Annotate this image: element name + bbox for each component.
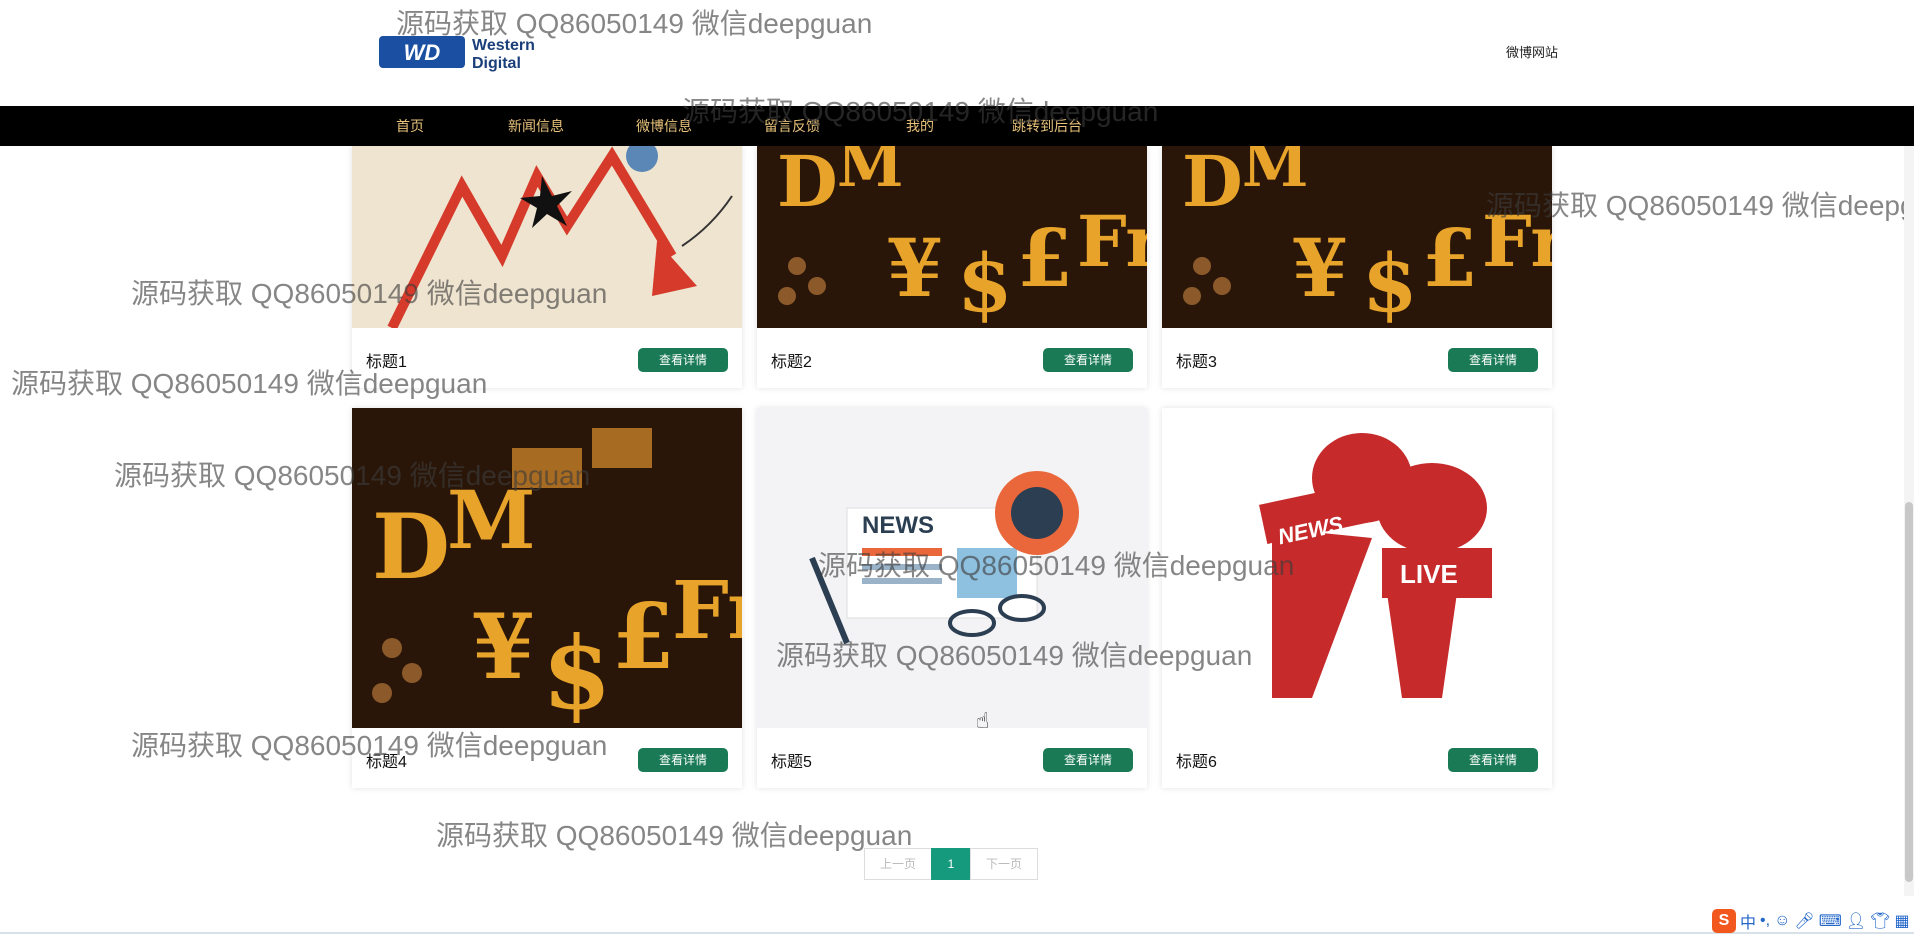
ime-tray[interactable]: S 中 •, ☺ 🎤︎ ⌨ 👤︎ 👕︎ ▦ (1712, 906, 1914, 936)
keyboard-icon[interactable]: ⌨ (1819, 911, 1842, 931)
watermark-text: 源码获取 QQ86050149 微信deepguan (436, 820, 913, 851)
main-navbar: 首页 新闻信息 微博信息 留言反馈 我的 跳转到后台 (0, 106, 1914, 146)
news-label: NEWS (862, 512, 934, 539)
svg-text:Western: Western (472, 37, 535, 54)
view-details-button[interactable]: 查看详情 (1448, 348, 1538, 372)
emoji-icon[interactable]: ☺ (1774, 912, 1790, 930)
ime-punctuation-icon[interactable]: •, (1760, 912, 1770, 930)
svg-text:D: D (1182, 146, 1243, 223)
news-card-4[interactable]: DM ¥$ £Fr 标题4 查看详情 (352, 408, 742, 788)
svg-text:¥: ¥ (472, 594, 535, 700)
western-digital-logo[interactable]: WD Western Digital (379, 32, 569, 72)
nav-feedback[interactable]: 留言反馈 (764, 106, 820, 146)
news-card-1[interactable]: 标题1 查看详情 (352, 146, 742, 388)
grid-menu-icon[interactable]: ▦ (1894, 911, 1909, 931)
card-title: 标题1 (366, 354, 407, 371)
ime-language-label[interactable]: 中 (1740, 909, 1756, 933)
svg-text:$: $ (1362, 236, 1418, 328)
pagination-next-button[interactable]: 下一页 (970, 848, 1038, 880)
news-card-6[interactable]: NEWS LIVE 标题6 查看详情 (1162, 408, 1552, 788)
view-details-button[interactable]: 查看详情 (638, 348, 728, 372)
card-image-currency[interactable]: DM ¥$ £Fr (757, 146, 1147, 328)
svg-text:$: $ (542, 614, 612, 728)
user-icon[interactable]: 👤︎ (1846, 911, 1866, 931)
nav-mine[interactable]: 我的 (906, 106, 934, 146)
microphone-icon[interactable]: 🎤︎ (1794, 911, 1814, 931)
view-details-button[interactable]: 查看详情 (1043, 348, 1133, 372)
card-title: 标题5 (771, 754, 812, 771)
svg-text:Digital: Digital (472, 55, 521, 72)
nav-admin[interactable]: 跳转到后台 (1012, 106, 1082, 146)
svg-text:Fr: Fr (1482, 200, 1552, 283)
svg-text:M: M (1242, 146, 1308, 201)
svg-text:D: D (777, 146, 838, 223)
taskbar-divider (0, 932, 1914, 934)
news-card-2[interactable]: DM ¥ $ £ Fr 标题2 查看详情 (757, 146, 1147, 388)
scrollbar-thumb[interactable] (1905, 502, 1913, 882)
svg-text:M: M (837, 146, 903, 201)
svg-text:£: £ (1422, 211, 1478, 305)
card-title: 标题3 (1176, 354, 1217, 371)
svg-text:Fr: Fr (1077, 200, 1147, 283)
svg-text:¥: ¥ (1292, 221, 1348, 315)
microphone-live-label: LIVE (1400, 559, 1458, 589)
page-scrollbar[interactable] (1904, 146, 1914, 896)
svg-text:D: D (372, 494, 450, 600)
svg-text:£: £ (1017, 211, 1073, 305)
pagination-page-1[interactable]: 1 (931, 848, 971, 880)
hand-cursor-icon: ☝ (976, 708, 990, 733)
view-details-button[interactable]: 查看详情 (1043, 748, 1133, 772)
card-image-currency[interactable]: DM ¥$ £Fr (1162, 146, 1552, 328)
news-card-5[interactable]: NEWS 标题5 查看详情 (757, 408, 1147, 788)
card-title: 标题2 (771, 354, 812, 371)
card-title: 标题4 (366, 754, 407, 771)
view-details-button[interactable]: 查看详情 (1448, 748, 1538, 772)
svg-text:¥: ¥ (887, 221, 943, 315)
view-details-button[interactable]: 查看详情 (638, 748, 728, 772)
sogou-ime-icon[interactable]: S (1712, 909, 1736, 933)
svg-text:WD: WD (404, 40, 441, 65)
skin-icon[interactable]: 👕︎ (1870, 911, 1890, 931)
pagination-prev-button[interactable]: 上一页 (864, 848, 932, 880)
card-image-news-microphones[interactable]: NEWS LIVE (1162, 408, 1552, 728)
nav-weibo[interactable]: 微博信息 (636, 106, 692, 146)
nav-news[interactable]: 新闻信息 (508, 106, 564, 146)
svg-text:Fr: Fr (672, 563, 742, 657)
news-card-3[interactable]: DM ¥ $ £ Fr 标题3 查看详情 (1162, 146, 1552, 388)
site-name-link[interactable]: 微博网站 (1506, 42, 1558, 61)
card-image-news-illustration[interactable]: NEWS (757, 408, 1147, 728)
svg-text:$: $ (957, 236, 1013, 328)
card-image-currency[interactable]: DM ¥$ £Fr (352, 408, 742, 728)
nav-home[interactable]: 首页 (396, 106, 424, 146)
svg-text:£: £ (612, 584, 675, 690)
card-image-stock-chart[interactable] (352, 146, 742, 328)
card-title: 标题6 (1176, 754, 1217, 771)
